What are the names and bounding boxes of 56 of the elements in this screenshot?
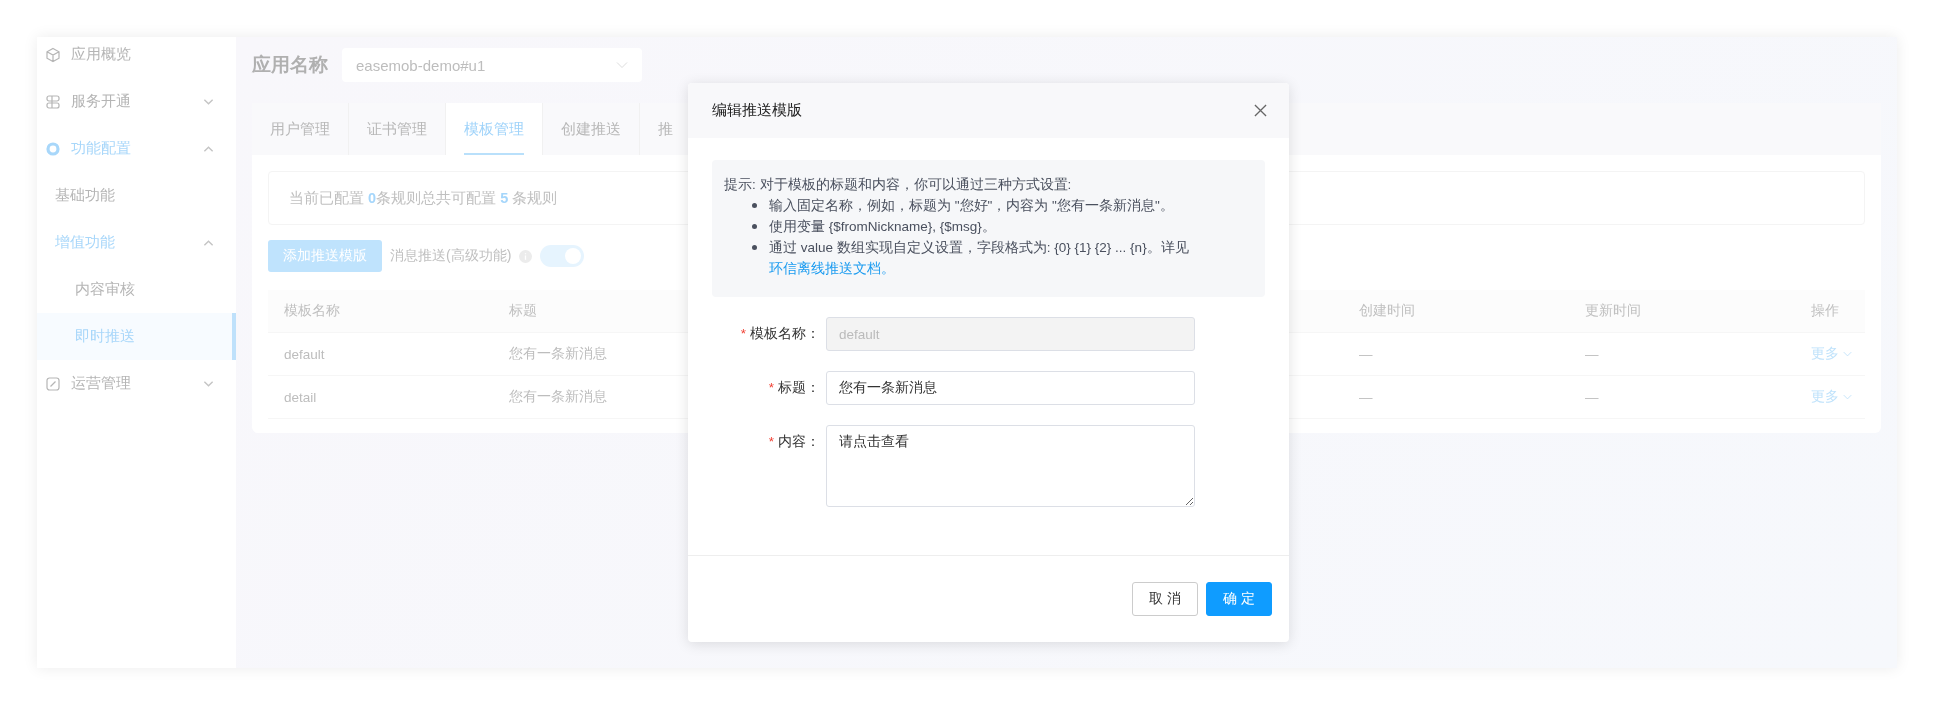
table-cell: — [1359, 389, 1373, 405]
server-icon [45, 93, 61, 110]
tip-text: 提示: 对于模板的标题和内容，你可以通过三种方式设置: [724, 176, 1073, 194]
sidebar-item[interactable]: 基础功能 [37, 172, 236, 219]
chevron-down-icon [1843, 351, 1852, 357]
field-label: 模板名称： [750, 326, 820, 341]
sidebar-item[interactable]: 服务开通 [37, 78, 236, 125]
sidebar-item[interactable]: 增值功能 [37, 219, 236, 266]
sidebar-item[interactable]: 应用概览 [37, 37, 236, 78]
docs-link[interactable]: 环信离线推送文档。 [769, 261, 895, 276]
ring-icon [45, 140, 61, 157]
required-mark: * [768, 434, 774, 449]
more-link[interactable]: 更多 [1811, 345, 1839, 363]
bullet-icon [752, 203, 757, 208]
column-header: 操作 [1811, 303, 1839, 318]
column-header: 模板名称 [284, 303, 340, 318]
sidebar-item[interactable]: 内容审核 [37, 266, 236, 313]
field-label: 标题： [778, 380, 820, 395]
cube-icon [45, 46, 61, 63]
tab[interactable]: 模板管理 [446, 103, 543, 155]
required-mark: * [768, 380, 774, 395]
chevron-down-icon [1843, 394, 1852, 400]
table-cell: 您有一条新消息 [509, 389, 607, 404]
table-cell: — [1585, 389, 1599, 405]
bullet-icon [752, 224, 757, 229]
tip-text: 通过 value 数组实现自定义设置，字段格式为: {0} {1} {2} ... {n}。详见 环信离线推送文档。 [769, 239, 1190, 278]
app-select[interactable]: easemob-demo#u1 [342, 48, 642, 82]
required-mark: * [740, 326, 746, 341]
cancel-button[interactable]: 取 消 [1132, 582, 1199, 616]
tip-text: 输入固定名称，例如，标题为 "您好"，内容为 "您有一条新消息"。 [769, 197, 1174, 215]
more-link[interactable]: 更多 [1811, 388, 1839, 406]
confirm-button[interactable]: 确 定 [1206, 582, 1272, 616]
table-cell: — [1359, 346, 1373, 362]
sidebar-item[interactable]: 功能配置 [37, 125, 236, 172]
table-cell: default [284, 346, 325, 362]
column-header: 标题 [509, 303, 537, 318]
push-label: 消息推送(高级功能) [390, 247, 512, 265]
column-header: 更新时间 [1585, 303, 1641, 318]
table-cell: — [1585, 346, 1599, 362]
dialog-title: 编辑推送模版 [712, 101, 802, 120]
table-cell: 您有一条新消息 [509, 346, 607, 361]
text-area[interactable]: 请点击查看 [826, 425, 1195, 507]
tab[interactable]: 用户管理 [252, 103, 349, 155]
checkbox-icon [45, 375, 61, 392]
push-toggle[interactable] [540, 245, 585, 267]
sidebar-item[interactable]: 即时推送 [37, 313, 236, 360]
tab[interactable]: 创建推送 [543, 103, 640, 155]
sidebar-item[interactable]: 运营管理 [37, 360, 236, 407]
field-label: 内容： [778, 434, 820, 449]
add-template-button[interactable]: 添加推送模版 [268, 240, 382, 272]
table-cell: detail [284, 389, 317, 405]
column-header: 创建时间 [1359, 303, 1415, 318]
bullet-icon [752, 245, 757, 250]
close-icon[interactable] [1254, 104, 1267, 117]
input-field[interactable]: 您有一条新消息 [826, 371, 1195, 405]
app-name-label: 应用名称 [252, 53, 328, 77]
